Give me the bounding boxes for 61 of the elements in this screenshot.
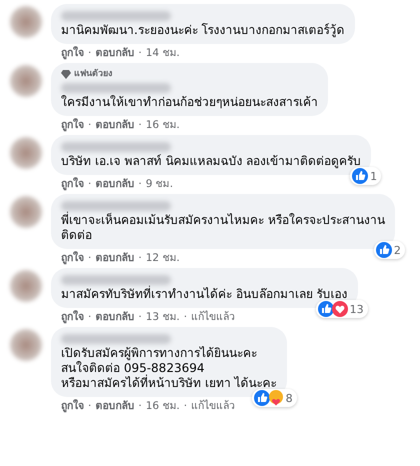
avatar[interactable] — [10, 196, 42, 228]
reaction-summary[interactable]: 8 — [252, 389, 297, 407]
comment-action-link[interactable]: ถูกใจ — [61, 119, 84, 132]
separator-dot: · — [138, 47, 142, 60]
comment-text: มานิคมพัฒนา.ระยองนะค่ะ โรงงานบางกอกมาสเตอร์วู้ด — [61, 23, 345, 38]
like-icon — [352, 168, 368, 184]
reaction-summary[interactable]: 1 — [350, 167, 382, 185]
comment-text: พี่เขาจะเห็นคอมเม้นรับสมัครงานไหมคะ หรือใครจะประสานงาน ติดต่อ — [61, 213, 385, 243]
comment-action-link[interactable]: ถูกใจ — [61, 400, 84, 413]
comment-action-link[interactable]: ตอบกลับ — [95, 178, 134, 191]
comment-meta: 12 ชม. — [146, 252, 180, 265]
like-icon — [376, 242, 392, 258]
diamond-icon — [61, 70, 71, 79]
separator-dot: · — [138, 178, 142, 191]
separator-dot: · — [88, 252, 92, 265]
reaction-summary[interactable]: 13 — [316, 300, 368, 318]
comment-meta: 13 ชม. — [146, 311, 180, 324]
comment-action-link[interactable]: ตอบกลับ — [95, 252, 134, 265]
comment-text: มาสมัครทับริษัทที่เราทำงานได้ค่ะ อินบล๊อกมาเลย รับเอง — [61, 287, 348, 302]
reaction-summary[interactable]: 2 — [374, 241, 405, 259]
reaction-count: 13 — [350, 302, 364, 316]
avatar[interactable] — [10, 6, 42, 38]
comment-text: บริษัท เอ.เจ พลาสท์ นิคมแหลมฉบัง ลองเข้ามาติดต่อดูครับ — [61, 154, 362, 169]
separator-dot: · — [88, 178, 92, 191]
reaction-count: 2 — [394, 244, 401, 256]
comment-action-link[interactable]: ตอบกลับ — [95, 47, 134, 60]
comment-text: ใครมีงานให้เขาทำก่อนก้อช่วยๆหน่อยนะสงสารเค้า — [61, 95, 318, 110]
hug-icon — [268, 390, 284, 406]
separator-dot: · — [184, 311, 188, 324]
like-icon — [254, 390, 270, 406]
comment-meta: 16 ชม. — [146, 119, 180, 132]
comment-action-link[interactable]: ตอบกลับ — [95, 311, 134, 324]
separator-dot: · — [184, 400, 188, 413]
separator-dot: · — [138, 311, 142, 324]
like-icon — [318, 301, 334, 317]
separator-dot: · — [88, 400, 92, 413]
comment-meta: แก้ไขแล้ว — [191, 311, 236, 324]
reaction-count: 8 — [286, 392, 293, 404]
comment-meta: 9 ชม. — [146, 178, 174, 191]
separator-dot: · — [138, 400, 142, 413]
comment-meta: แก้ไขแล้ว — [191, 400, 236, 413]
comment-meta: 16 ชม. — [146, 400, 180, 413]
avatar[interactable] — [10, 137, 42, 169]
comment-action-link[interactable]: ถูกใจ — [61, 178, 84, 191]
separator-dot: · — [88, 119, 92, 132]
comment-action-link[interactable]: ตอบกลับ — [95, 119, 134, 132]
separator-dot: · — [138, 119, 142, 132]
comment-action-link[interactable]: ถูกใจ — [61, 47, 84, 60]
avatar[interactable] — [10, 65, 42, 97]
comment-action-link[interactable]: ถูกใจ — [61, 311, 84, 324]
comment-text: เปิดรับสมัครผู้พิการทางการได้ยินนะคะ สนใจติดต่อ 095-8823694 หรือมาสมัครได้ที่หน้าบริษัท เยทา ได้นะคะ — [61, 346, 277, 391]
comment-meta: 14 ชม. — [146, 47, 180, 60]
separator-dot: · — [138, 252, 142, 265]
avatar[interactable] — [10, 270, 42, 302]
separator-dot: · — [88, 311, 92, 324]
fan-label: แฟนตัวยง — [74, 69, 112, 80]
comment-action-link[interactable]: ตอบกลับ — [95, 400, 134, 413]
avatar[interactable] — [10, 329, 42, 361]
reaction-count: 1 — [370, 170, 378, 182]
separator-dot: · — [88, 47, 92, 60]
comment-action-link[interactable]: ถูกใจ — [61, 252, 84, 265]
